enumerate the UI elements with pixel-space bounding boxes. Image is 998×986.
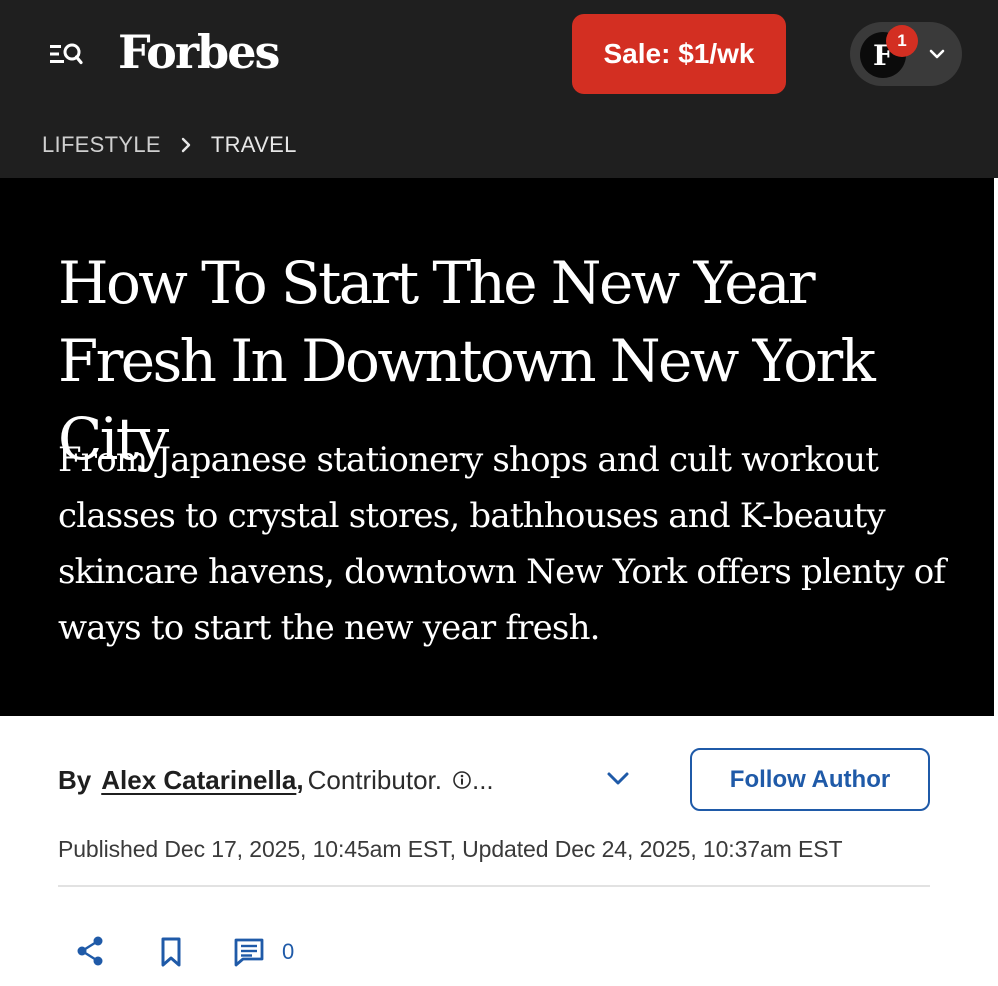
chevron-down-icon bbox=[929, 49, 945, 59]
comment-icon bbox=[234, 938, 264, 967]
sale-subscribe-button[interactable]: Sale: $1/wk bbox=[572, 14, 786, 94]
site-header: Forbes Sale: $1/wk F 1 LIFESTYLE TRAVEL bbox=[0, 0, 998, 178]
notification-badge: 1 bbox=[886, 25, 918, 57]
byline-expand-chevron-icon[interactable] bbox=[604, 766, 632, 790]
info-circle-icon[interactable] bbox=[452, 770, 472, 790]
divider bbox=[58, 885, 930, 887]
menu-search-icon bbox=[50, 43, 83, 65]
byline: By Alex Catarinella , Contributor. ... bbox=[58, 762, 494, 798]
byline-ellipsis: ... bbox=[471, 764, 494, 795]
account-menu-button[interactable]: F 1 bbox=[850, 22, 962, 86]
publish-dateline: Published Dec 17, 2025, 10:45am EST, Upd… bbox=[58, 836, 843, 862]
byline-prefix: By bbox=[58, 764, 92, 795]
chevron-right-icon bbox=[181, 137, 191, 153]
breadcrumb-item-travel[interactable]: TRAVEL bbox=[211, 132, 297, 158]
share-icon[interactable] bbox=[74, 934, 106, 968]
breadcrumb-item-lifestyle[interactable]: LIFESTYLE bbox=[42, 132, 161, 158]
article-hero: How To Start The New Year Fresh In Downt… bbox=[0, 178, 994, 716]
article-dek: From Japanese stationery shops and cult … bbox=[58, 440, 946, 648]
comments-button[interactable]: 0 bbox=[232, 934, 302, 970]
bookmark-icon[interactable] bbox=[156, 935, 186, 969]
follow-author-button[interactable]: Follow Author bbox=[690, 748, 930, 811]
menu-search-button[interactable] bbox=[48, 38, 84, 70]
breadcrumb: LIFESTYLE TRAVEL bbox=[42, 130, 297, 160]
byline-comma: , bbox=[296, 764, 304, 795]
forbes-logo[interactable]: Forbes bbox=[118, 26, 280, 78]
comment-count: 0 bbox=[282, 939, 295, 964]
author-link[interactable]: Alex Catarinella bbox=[101, 765, 296, 796]
author-role: Contributor. bbox=[307, 764, 442, 795]
